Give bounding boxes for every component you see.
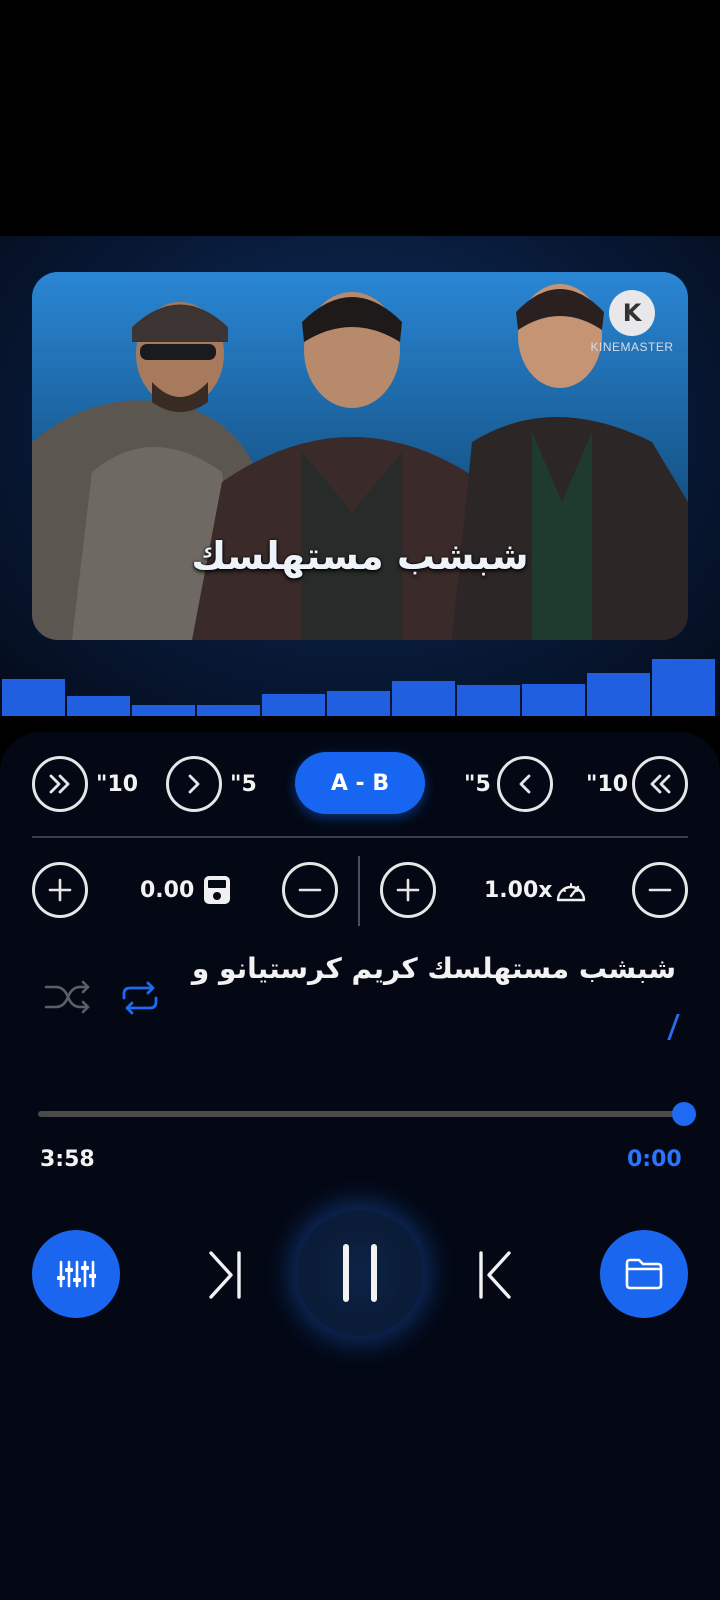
visualizer-bar (2, 679, 65, 716)
open-folder-button[interactable] (600, 1230, 688, 1318)
visualizer-bar (652, 659, 715, 716)
position-label: 0:00 (627, 1147, 682, 1172)
visualizer-bar (457, 685, 520, 716)
equalizer-button[interactable] (32, 1230, 120, 1318)
back-5-button[interactable] (497, 756, 553, 812)
speed-decrease-button[interactable] (632, 862, 688, 918)
visualizer-bar (262, 694, 325, 716)
visualizer-bar (392, 681, 455, 716)
skip-next-icon (209, 1251, 241, 1299)
progress-thumb[interactable] (672, 1102, 696, 1126)
controls-divider (358, 856, 360, 926)
folder-icon (625, 1258, 663, 1290)
back-10-button[interactable] (632, 756, 688, 812)
ab-repeat-button[interactable]: A - B (295, 752, 425, 814)
visualizer-bar (67, 696, 130, 716)
pitch-increase-button[interactable] (32, 862, 88, 918)
pitch-value: 0.00 (140, 878, 195, 903)
repeat-icon[interactable] (116, 980, 164, 1016)
next-button[interactable] (200, 1247, 250, 1303)
tuner-icon (204, 876, 230, 904)
pause-button[interactable] (297, 1210, 423, 1336)
speedometer-icon (556, 883, 586, 902)
back-10-label: "10 (586, 772, 629, 797)
shuffle-icon[interactable] (44, 978, 92, 1016)
pause-icon (343, 1244, 377, 1302)
pitch-decrease-button[interactable] (282, 862, 338, 918)
visualizer-bar (587, 673, 650, 716)
player-panel (0, 732, 720, 1600)
kinemaster-watermark: K KINEMASTER (588, 290, 676, 354)
forward-10-button[interactable] (32, 756, 88, 812)
forward-5-label: "5 (230, 772, 257, 797)
duration-label: 3:58 (40, 1147, 95, 1172)
double-chevron-left-icon (650, 774, 671, 794)
forward-10-label: "10 (96, 772, 139, 797)
back-5-label: "5 (464, 772, 491, 797)
plus-icon (48, 878, 72, 902)
visualizer-bar (197, 705, 260, 716)
visualizer-bar (522, 684, 585, 716)
equalizer-icon (57, 1260, 96, 1288)
speed-increase-button[interactable] (380, 862, 436, 918)
forward-5-button[interactable] (166, 756, 222, 812)
plus-icon (396, 878, 420, 902)
visualizer-bar (327, 691, 390, 716)
progress-track[interactable] (38, 1111, 683, 1117)
chevron-left-icon (519, 774, 531, 794)
visualizer-bar (132, 705, 195, 716)
previous-button[interactable] (470, 1247, 520, 1303)
skip-previous-icon (479, 1251, 511, 1299)
speed-value: 1.00x (484, 878, 553, 903)
lyrics-marquee: شبشب مستهلسك كريم كرستيانو و (191, 952, 676, 985)
kinemaster-logo: K (609, 290, 655, 336)
kinemaster-text: KINEMASTER (590, 340, 674, 354)
chevron-right-icon (188, 774, 200, 794)
artwork-title: شبشب مستهلسك (191, 534, 529, 578)
audio-visualizer (0, 656, 720, 716)
minus-icon (298, 888, 322, 892)
minus-icon (648, 888, 672, 892)
double-chevron-right-icon (49, 774, 70, 794)
section-divider (32, 836, 688, 838)
